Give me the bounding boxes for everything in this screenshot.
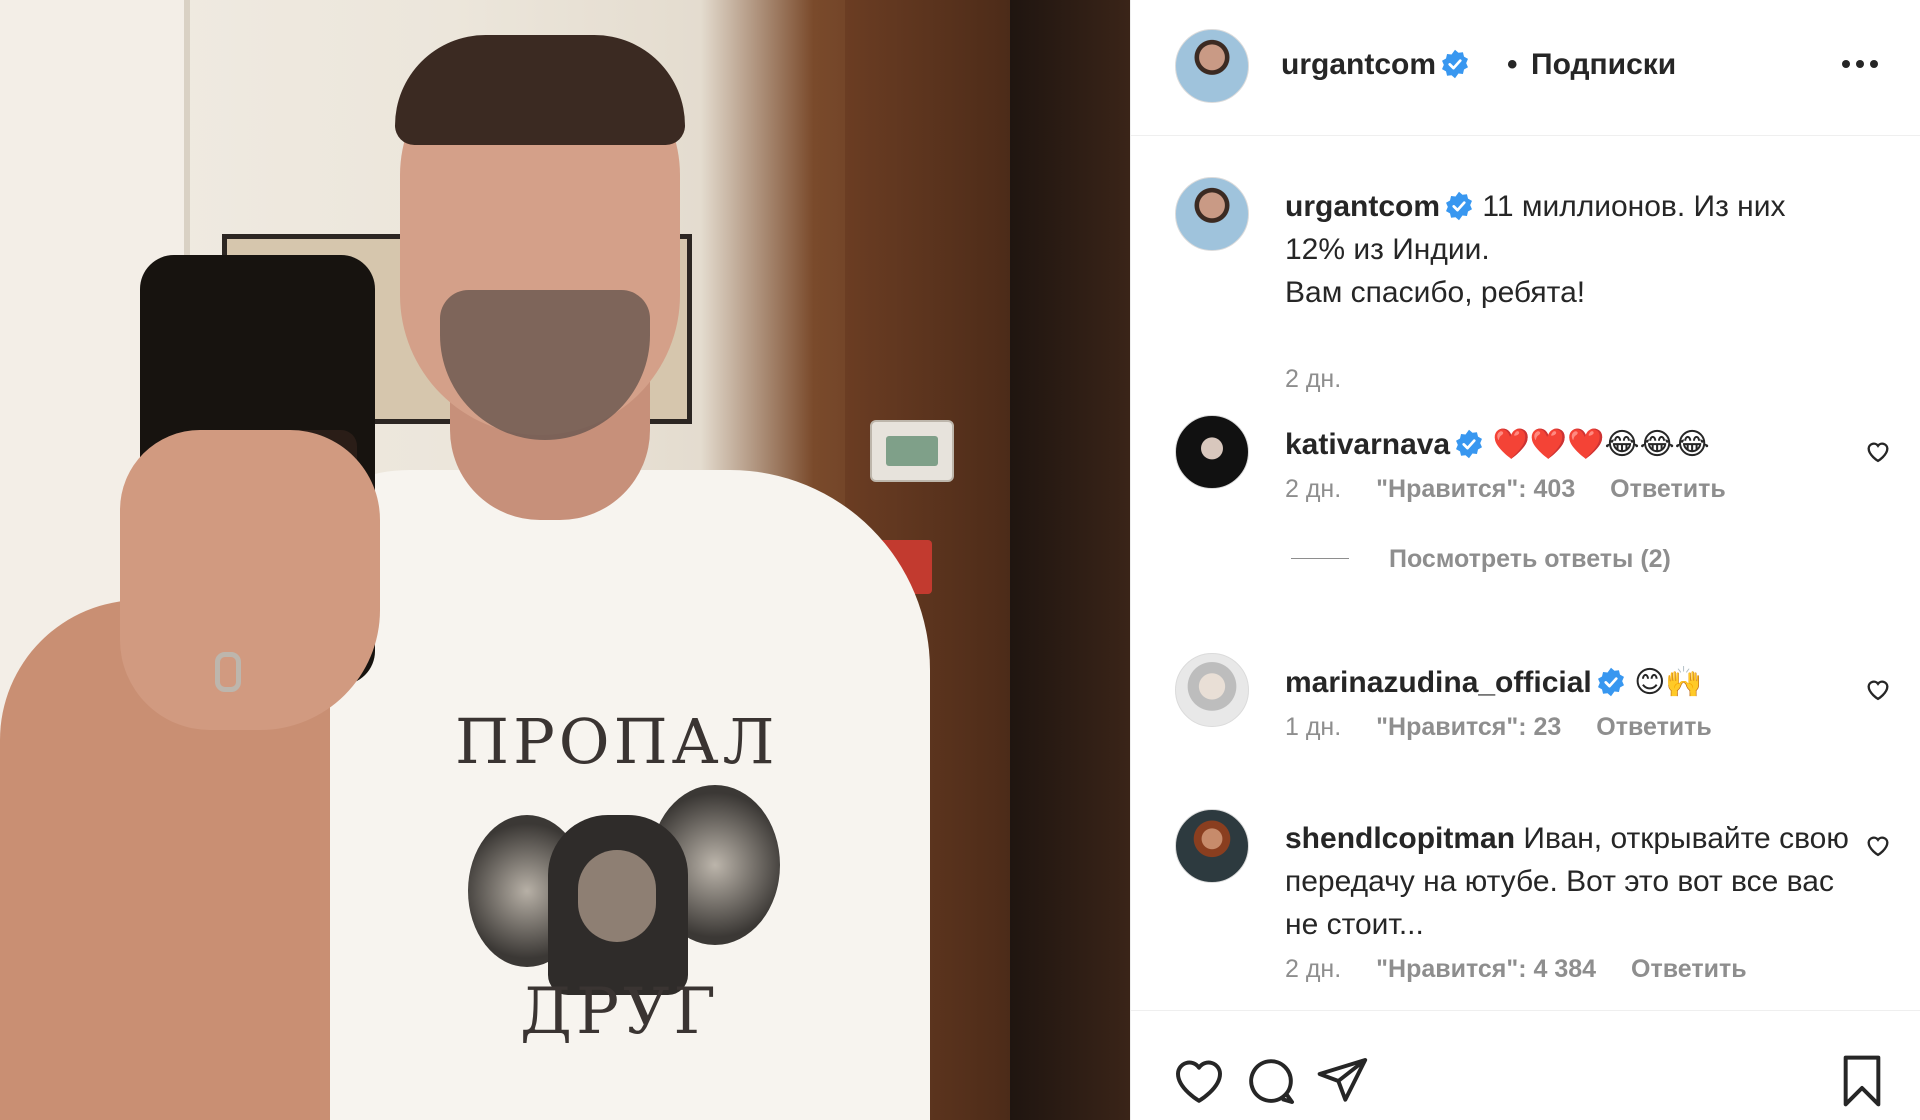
- caption-meta: 2 дн.: [1285, 365, 1369, 394]
- post-side-panel: urgantcom • Подписки urgantcom 11 миллио…: [1130, 0, 1920, 1120]
- comment-text: shendlcopitman Иван, открывайте свою пер…: [1285, 817, 1865, 946]
- comment-text: marinazudina_official 😊🙌: [1285, 661, 1865, 704]
- caption-line-3: Вам спасибо, ребята!: [1285, 276, 1586, 309]
- door-frame: [1010, 0, 1130, 1120]
- comment-like-heart-icon[interactable]: [1864, 675, 1892, 703]
- author-avatar[interactable]: [1175, 29, 1249, 103]
- comment-like-heart-icon[interactable]: [1864, 831, 1892, 859]
- comment-likes[interactable]: "Нравится": 4 384: [1376, 955, 1596, 983]
- bookmark-icon[interactable]: [1834, 1053, 1890, 1109]
- caption-line-2: 12% из Индии.: [1285, 233, 1490, 266]
- caption-line-1: 11 миллионов. Из них: [1482, 190, 1786, 223]
- comments-list[interactable]: urgantcom 11 миллионов. Из них 12% из Ин…: [1131, 137, 1920, 1009]
- comment-meta: 2 дн. "Нравится": 4 384 Ответить: [1285, 955, 1775, 984]
- view-replies-label[interactable]: Посмотреть ответы (2): [1389, 545, 1671, 573]
- post-photo[interactable]: ПРОПАЛ ДРУГ: [0, 0, 1130, 1120]
- wedding-ring: [215, 652, 241, 692]
- comment-time[interactable]: 2 дн.: [1285, 955, 1341, 983]
- heart-icon[interactable]: [1171, 1053, 1227, 1109]
- paper-plane-icon[interactable]: [1315, 1053, 1371, 1109]
- comment-text: kativarnava ❤️❤️❤️😂😂😂: [1285, 423, 1865, 466]
- comment-bubble-icon[interactable]: [1243, 1053, 1299, 1109]
- post-header: urgantcom • Подписки: [1131, 0, 1920, 136]
- action-bar: [1131, 1010, 1920, 1120]
- comment-avatar[interactable]: [1175, 653, 1249, 727]
- thermostat: [870, 420, 954, 482]
- comment-username[interactable]: kativarnava: [1285, 428, 1450, 461]
- reply-button[interactable]: Ответить: [1631, 955, 1747, 983]
- comment-meta: 1 дн. "Нравится": 23 Ответить: [1285, 713, 1740, 742]
- comment-avatar[interactable]: [1175, 415, 1249, 489]
- following-button[interactable]: Подписки: [1531, 48, 1676, 82]
- comment-meta: 2 дн. "Нравится": 403 Ответить: [1285, 475, 1754, 504]
- view-replies-button[interactable]: Посмотреть ответы (2): [1291, 545, 1671, 574]
- comment-likes[interactable]: "Нравится": 403: [1376, 475, 1575, 503]
- cheburashka-face: [578, 850, 656, 942]
- reply-button[interactable]: Ответить: [1610, 475, 1726, 503]
- hand: [120, 430, 380, 730]
- verified-badge-icon: [1446, 191, 1472, 221]
- author-username-link[interactable]: urgantcom: [1281, 48, 1470, 82]
- hair: [395, 35, 685, 145]
- header-separator: •: [1507, 48, 1518, 81]
- caption-author-avatar[interactable]: [1175, 177, 1249, 251]
- comment-time[interactable]: 2 дн.: [1285, 475, 1341, 503]
- comment-username[interactable]: shendlcopitman: [1285, 822, 1515, 855]
- caption-time[interactable]: 2 дн.: [1285, 365, 1341, 393]
- comment-time[interactable]: 1 дн.: [1285, 713, 1341, 741]
- verified-badge-icon: [1442, 49, 1468, 79]
- author-username[interactable]: urgantcom: [1281, 48, 1436, 81]
- comment-likes[interactable]: "Нравится": 23: [1376, 713, 1561, 741]
- caption-text: urgantcom 11 миллионов. Из них 12% из Ин…: [1285, 185, 1865, 314]
- caption-username[interactable]: urgantcom: [1285, 190, 1440, 223]
- comment-body: ❤️❤️❤️😂😂😂: [1492, 428, 1710, 461]
- thermostat-screen: [886, 436, 938, 466]
- comment-avatar[interactable]: [1175, 809, 1249, 883]
- instagram-post-modal: ПРОПАЛ ДРУГ urgantcom • Подписки urgantc…: [0, 0, 1920, 1120]
- verified-badge-icon: [1456, 429, 1483, 459]
- verified-badge-icon: [1597, 667, 1624, 697]
- reply-button[interactable]: Ответить: [1596, 713, 1712, 741]
- comment-username[interactable]: marinazudina_official: [1285, 666, 1592, 699]
- comment-body: 😊🙌: [1634, 666, 1703, 699]
- more-options-icon[interactable]: [1839, 50, 1885, 80]
- replies-line: [1291, 558, 1349, 559]
- comment-like-heart-icon[interactable]: [1864, 437, 1892, 465]
- tshirt-print-top-text: ПРОПАЛ: [455, 705, 779, 778]
- tshirt-print-bottom-text: ДРУГ: [520, 975, 720, 1049]
